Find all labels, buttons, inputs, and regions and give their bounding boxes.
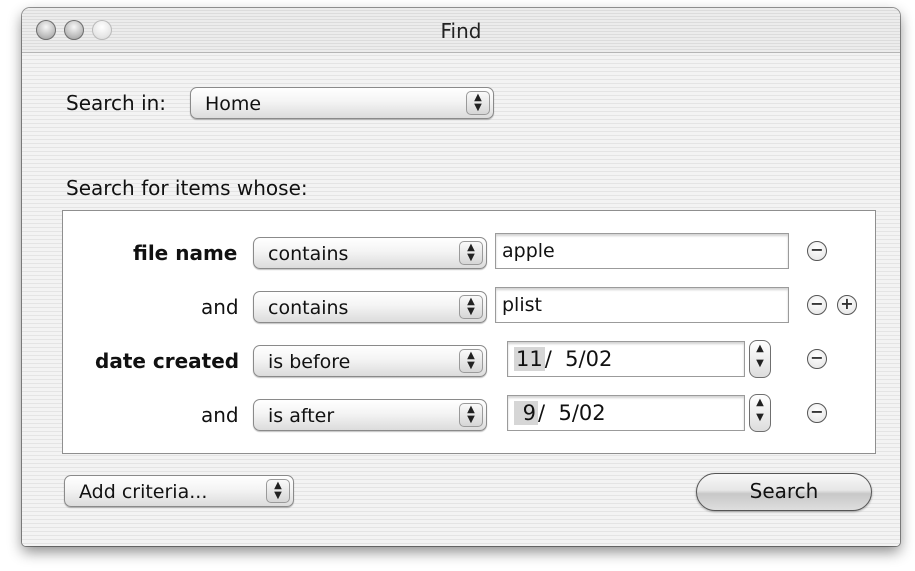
date-rest-segment[interactable]: / 5/02 <box>538 401 606 425</box>
window-title: Find <box>440 19 482 43</box>
operator-value: contains <box>268 297 349 319</box>
search-button[interactable]: Search <box>696 473 872 511</box>
criteria-attribute-label: and <box>201 403 239 427</box>
date-rest-segment[interactable]: / 5/02 <box>545 347 613 371</box>
operator-value: is after <box>268 405 335 427</box>
criteria-heading: Search for items whose: <box>66 176 308 200</box>
criteria-operator-popup[interactable]: is after ▲ ▼ <box>253 399 487 431</box>
criteria-operator-popup[interactable]: contains ▲ ▼ <box>253 237 487 269</box>
date-field[interactable]: 9/ 5/02 <box>507 395 745 431</box>
add-criteria-popup[interactable]: Add criteria... ▲ ▼ <box>64 475 294 507</box>
find-window: Find Search in: Home ▲ ▼ Search for items… <box>22 8 900 546</box>
operator-value: is before <box>268 351 351 373</box>
remove-criterion-icon[interactable]: − <box>807 349 827 369</box>
criteria-operator-popup[interactable]: is before ▲ ▼ <box>253 345 487 377</box>
popup-arrows-icon: ▲ ▼ <box>459 349 483 373</box>
criteria-attribute-label: date created <box>95 349 240 373</box>
popup-arrows-icon: ▲ ▼ <box>266 479 290 503</box>
search-in-popup[interactable]: Home ▲ ▼ <box>190 87 494 119</box>
date-stepper[interactable]: ▲ ▼ <box>749 394 771 432</box>
date-month-segment[interactable]: 11 <box>514 347 545 371</box>
criteria-value-field[interactable]: apple <box>495 233 789 269</box>
criteria-value-field[interactable]: plist <box>495 287 789 323</box>
date-month-segment[interactable]: 9 <box>514 401 539 425</box>
search-in-value: Home <box>205 93 262 115</box>
popup-arrows-icon: ▲ ▼ <box>459 295 483 319</box>
criteria-panel: file name contains ▲ ▼ apple − and contai… <box>62 210 876 454</box>
popup-arrows-icon: ▲ ▼ <box>459 403 483 427</box>
remove-criterion-icon[interactable]: − <box>807 241 827 261</box>
title-bar: Find <box>22 8 900 53</box>
date-field[interactable]: 11/ 5/02 <box>507 341 745 377</box>
remove-criterion-icon[interactable]: − <box>807 295 827 315</box>
criteria-operator-popup[interactable]: contains ▲ ▼ <box>253 291 487 323</box>
operator-value: contains <box>268 243 349 265</box>
add-criterion-icon[interactable]: + <box>837 295 857 315</box>
add-criteria-value: Add criteria... <box>79 481 208 503</box>
popup-arrows-icon: ▲ ▼ <box>466 91 490 115</box>
popup-arrows-icon: ▲ ▼ <box>459 241 483 265</box>
date-stepper[interactable]: ▲ ▼ <box>749 340 771 378</box>
remove-criterion-icon[interactable]: − <box>807 403 827 423</box>
criteria-attribute-label: file name <box>133 241 238 265</box>
criteria-attribute-label: and <box>201 295 239 319</box>
search-in-label: Search in: <box>66 91 167 115</box>
